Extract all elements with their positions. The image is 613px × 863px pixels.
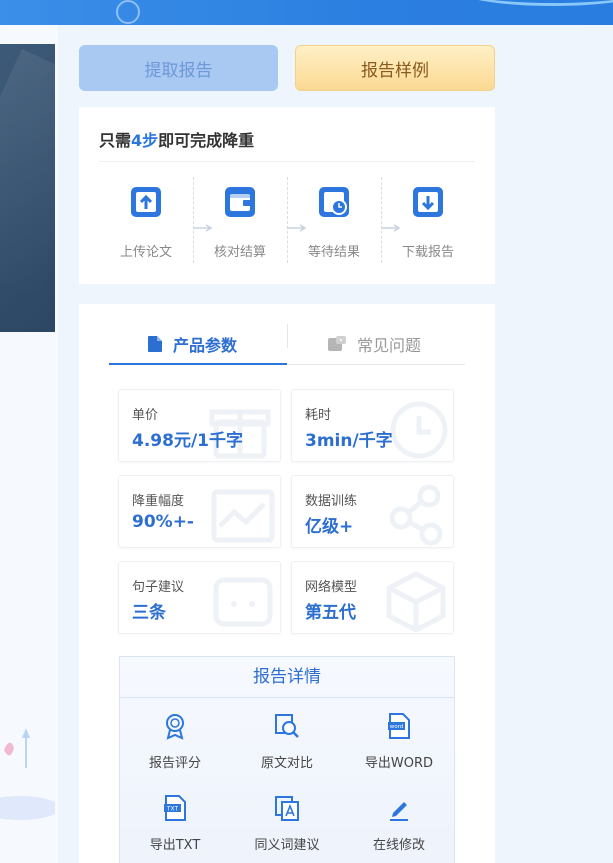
detail-item-edit: 在线修改 xyxy=(344,794,454,853)
param-value: 4.98元/1千字 xyxy=(132,431,243,451)
param-key: 降重幅度 xyxy=(132,494,185,509)
param-value: 三条 xyxy=(132,603,166,623)
param-card-sentence: 句子建议 三条 xyxy=(118,561,281,634)
decorative-illustration xyxy=(0,728,55,820)
step-label: 下载报告 xyxy=(401,245,454,260)
compare-search-icon xyxy=(275,714,299,738)
detail-item-label: 同义词建议 xyxy=(254,838,320,853)
param-card-time: 耗时 3min/千字 xyxy=(291,389,454,462)
detail-item-label: 原文对比 xyxy=(260,756,313,771)
param-card-model: 网络模型 第五代 xyxy=(291,561,454,634)
clock-icon xyxy=(319,187,349,217)
steps-title-prefix: 只需 xyxy=(99,131,132,150)
download-icon xyxy=(413,187,443,217)
svg-text:word: word xyxy=(390,724,404,730)
detail-item-txt: TXT 导出TXT xyxy=(120,794,230,853)
param-key: 句子建议 xyxy=(132,580,185,595)
wave-decoration xyxy=(453,0,613,6)
pen-icon xyxy=(390,802,408,821)
step-download: 下载报告 xyxy=(393,185,463,260)
step-label: 上传论文 xyxy=(119,245,172,260)
param-value: 90%+- xyxy=(132,512,194,532)
faq-icon xyxy=(328,336,346,351)
param-key: 单价 xyxy=(132,408,159,423)
wallet-icon xyxy=(225,187,255,217)
divider xyxy=(99,161,475,162)
param-key: 耗时 xyxy=(305,408,332,423)
steps-title-highlight: 4步 xyxy=(131,131,159,150)
tab-divider xyxy=(287,324,288,348)
ring-decoration xyxy=(116,0,140,24)
step-upload: 上传论文 xyxy=(111,185,181,260)
step-verify: 核对结算 xyxy=(205,185,275,260)
step-separator xyxy=(381,177,382,263)
extract-report-button[interactable]: 提取报告 xyxy=(79,45,278,91)
detail-item-compare: 原文对比 xyxy=(232,712,342,771)
param-card-reduction: 降重幅度 90%+- xyxy=(118,475,281,548)
steps-title-suffix: 即可完成降重 xyxy=(158,131,255,150)
detail-item-label: 在线修改 xyxy=(372,838,425,853)
cube-bg-icon xyxy=(386,571,446,632)
step-separator xyxy=(287,177,288,263)
report-details-panel: 报告详情 报告评分 原文对比 word 导出WORD TXT 导出TXT 同义词… xyxy=(119,656,455,863)
detail-item-synonym: 同义词建议 xyxy=(232,794,342,853)
param-value: 第五代 xyxy=(305,603,356,623)
report-sample-button[interactable]: 报告样例 xyxy=(295,45,495,91)
param-value: 3min/千字 xyxy=(305,431,393,451)
tab-label: 产品参数 xyxy=(173,336,238,355)
tab-label: 常见问题 xyxy=(357,336,422,355)
steps-card: 只需4步即可完成降重 上传论文 核对结算 等待结果 下载报告 xyxy=(79,107,495,284)
tab-faq[interactable]: 常见问题 xyxy=(327,324,421,364)
step-label: 等待结果 xyxy=(307,245,360,260)
detail-item-label: 导出WORD xyxy=(364,756,434,771)
txt-file-icon: TXT xyxy=(164,795,186,821)
detail-item-word: word 导出WORD xyxy=(344,712,454,771)
detail-item-score: 报告评分 xyxy=(120,712,230,771)
steps-title: 只需4步即可完成降重 xyxy=(99,127,254,151)
top-banner xyxy=(0,0,613,25)
document-icon xyxy=(148,336,162,352)
param-key: 网络模型 xyxy=(305,580,358,595)
svg-text:TXT: TXT xyxy=(166,805,179,812)
chart-bg-icon xyxy=(211,489,275,543)
detail-item-label: 导出TXT xyxy=(149,838,201,853)
synonym-icon xyxy=(275,796,299,821)
network-bg-icon xyxy=(389,484,443,546)
tab-product-params[interactable]: 产品参数 xyxy=(147,324,237,364)
hero-image xyxy=(0,44,55,332)
word-file-icon: word xyxy=(388,713,410,739)
param-card-price: 单价 4.98元/1千字 xyxy=(118,389,281,462)
product-params-card: 产品参数 常见问题 单价 4.98元/1千字 耗时 3min/千字 降重幅度 9… xyxy=(79,304,495,863)
tab-active-indicator xyxy=(109,363,287,365)
step-label: 核对结算 xyxy=(213,245,266,260)
upload-icon xyxy=(131,187,161,217)
param-key: 数据训练 xyxy=(305,494,358,509)
param-value: 亿级+ xyxy=(305,517,354,537)
param-card-data: 数据训练 亿级+ xyxy=(291,475,454,548)
detail-item-label: 报告评分 xyxy=(148,756,201,771)
medal-icon xyxy=(166,714,184,740)
step-separator xyxy=(193,177,194,263)
step-wait: 等待结果 xyxy=(299,185,369,260)
chat-bg-icon xyxy=(213,577,273,627)
report-details-title: 报告详情 xyxy=(120,657,454,698)
